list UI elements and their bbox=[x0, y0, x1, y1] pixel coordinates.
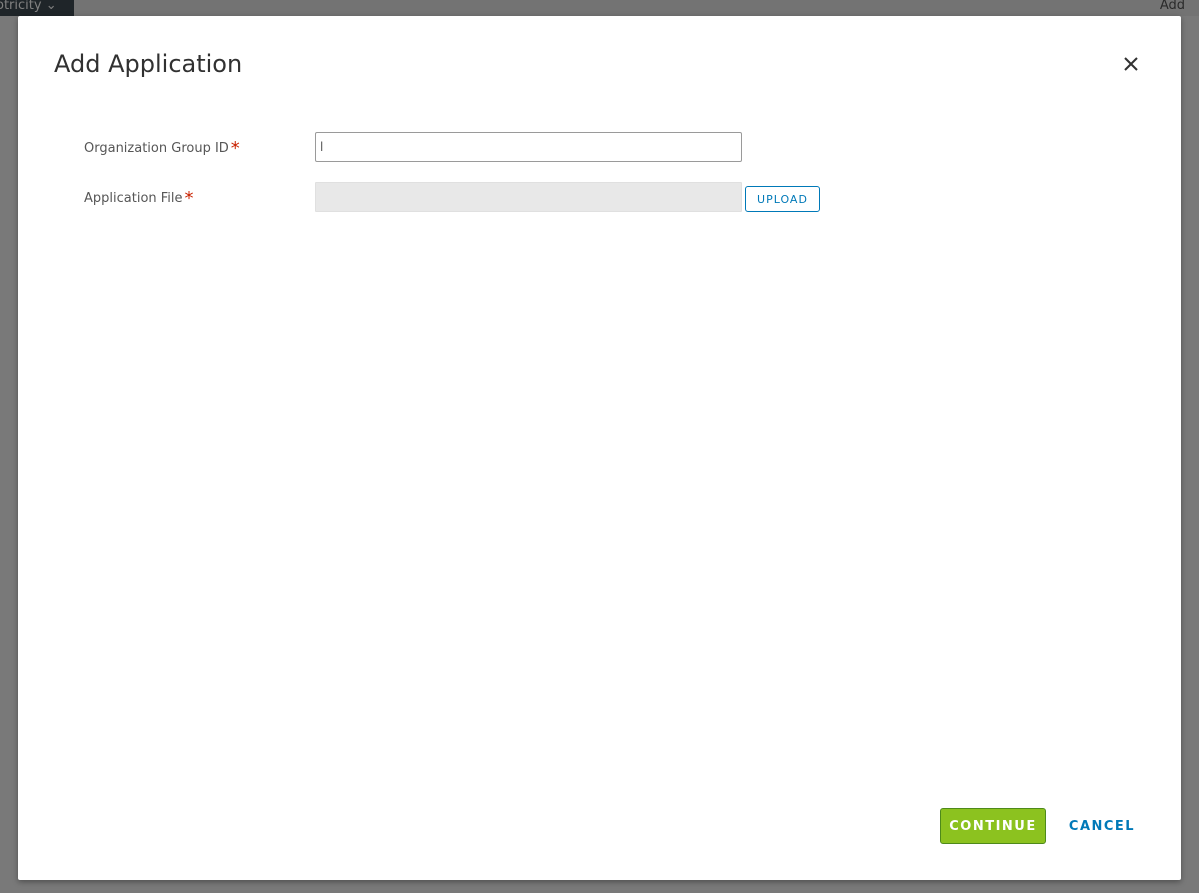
upload-button[interactable]: UPLOAD bbox=[745, 186, 820, 212]
org-group-id-input[interactable] bbox=[315, 132, 742, 162]
continue-button[interactable]: CONTINUE bbox=[940, 808, 1046, 844]
application-file-display bbox=[315, 182, 742, 212]
application-file-label: Application File * bbox=[84, 186, 194, 209]
application-file-label-text: Application File bbox=[84, 191, 183, 206]
org-group-id-label: Organization Group ID * bbox=[84, 136, 240, 159]
close-button[interactable] bbox=[1120, 53, 1142, 75]
required-marker: * bbox=[230, 138, 240, 159]
cancel-button[interactable]: CANCEL bbox=[1064, 808, 1140, 844]
required-marker: * bbox=[184, 188, 194, 209]
close-icon bbox=[1124, 57, 1138, 71]
modal-title: Add Application bbox=[54, 50, 243, 78]
add-application-modal: Add Application Organization Group ID* A… bbox=[18, 16, 1181, 880]
org-group-id-label-text: Organization Group ID bbox=[84, 141, 229, 156]
